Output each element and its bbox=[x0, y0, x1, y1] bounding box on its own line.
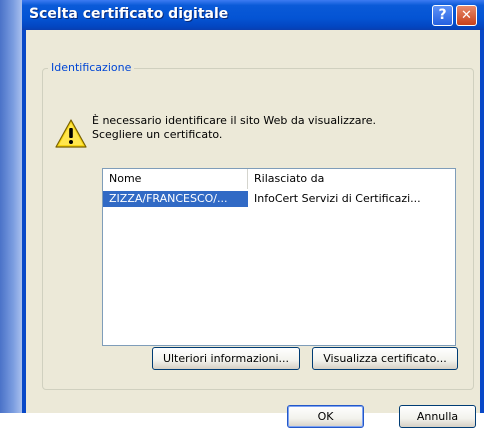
cancel-button[interactable]: Annulla bbox=[399, 405, 476, 428]
certificate-dialog: Scelta certificato digitale ? ✕ Identifi… bbox=[22, 0, 484, 428]
more-info-button[interactable]: Ulteriori informazioni... bbox=[152, 347, 300, 370]
window-frame-right bbox=[480, 30, 484, 413]
certificate-row[interactable]: ZIZZA/FRANCESCO/... InfoCert Servizi di … bbox=[103, 191, 455, 207]
close-button[interactable]: ✕ bbox=[456, 5, 477, 26]
title-bar[interactable]: Scelta certificato digitale ? ✕ bbox=[22, 0, 484, 30]
message-line-1: È necessario identificare il sito Web da… bbox=[92, 114, 377, 127]
view-certificate-button[interactable]: Visualizza certificato... bbox=[312, 347, 458, 370]
dialog-title: Scelta certificato digitale bbox=[29, 6, 229, 22]
column-header-name[interactable]: Nome bbox=[103, 169, 248, 189]
certificate-list[interactable]: Nome Rilasciato da ZIZZA/FRANCESCO/... I… bbox=[102, 168, 456, 346]
certificate-issuer[interactable]: InfoCert Servizi di Certificazi... bbox=[248, 191, 453, 207]
list-header: Nome Rilasciato da bbox=[103, 169, 455, 189]
desktop-background bbox=[0, 0, 22, 413]
column-header-issuer[interactable]: Rilasciato da bbox=[248, 169, 455, 189]
ok-button[interactable]: OK bbox=[287, 405, 364, 428]
help-button[interactable]: ? bbox=[432, 5, 453, 26]
message-line-2: Scegliere un certificato. bbox=[92, 128, 223, 141]
group-legend: Identificazione bbox=[48, 61, 135, 74]
certificate-name[interactable]: ZIZZA/FRANCESCO/... bbox=[103, 191, 248, 207]
dialog-body: Identificazione È necessario identificar… bbox=[26, 30, 480, 428]
warning-icon bbox=[55, 119, 87, 148]
identification-message: È necessario identificare il sito Web da… bbox=[92, 114, 432, 142]
